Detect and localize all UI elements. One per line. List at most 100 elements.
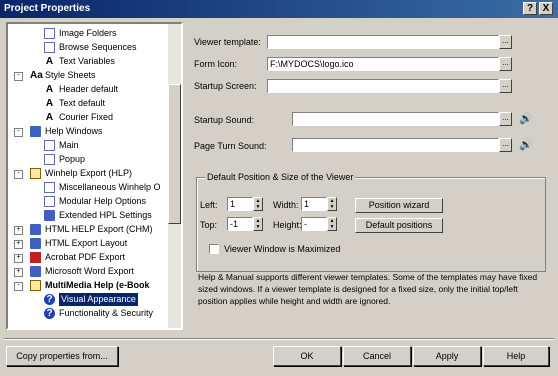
height-spinner[interactable]: - ▲ ▼ [301, 217, 339, 231]
ok-button[interactable]: OK [273, 346, 341, 366]
form-icon-field[interactable]: F:\MYDOCS\logo.ico [267, 57, 499, 71]
maximized-checkbox[interactable] [209, 244, 219, 254]
text-a-icon: A [45, 84, 54, 95]
form-icon-browse-button[interactable]: ... [499, 57, 512, 71]
pdf-icon [30, 252, 41, 263]
page-turn-sound-label: Page Turn Sound: [194, 141, 267, 151]
tree-item-label: Microsoft Word Export [45, 266, 134, 276]
spin-arrows-icon[interactable]: ▲ ▼ [253, 217, 263, 231]
startup-sound-field[interactable] [292, 112, 499, 126]
viewer-template-label: Viewer template: [194, 37, 261, 47]
viewer-template-browse-button[interactable]: ... [499, 35, 512, 49]
left-value[interactable]: 1 [227, 197, 253, 211]
close-title-button[interactable]: X [539, 2, 553, 15]
properties-panel: Viewer template: ... Form Icon: F:\MYDOC… [188, 22, 552, 330]
separator [4, 338, 554, 340]
tree-item-label: Winhelp Export (HLP) [45, 168, 133, 178]
position-wizard-button[interactable]: Position wizard [355, 198, 443, 213]
height-value[interactable]: - [301, 217, 327, 231]
left-label: Left: [200, 200, 218, 210]
tree-item-label: MultiMedia Help (e-Book [45, 280, 150, 290]
spin-arrows-icon[interactable]: ▲ ▼ [253, 197, 263, 211]
tree-item-label: Browse Sequences [59, 42, 137, 52]
tree-item-label: Header default [59, 84, 119, 94]
tree-expander[interactable]: + [14, 268, 23, 277]
window-icon [30, 126, 41, 137]
ebook-icon [30, 280, 41, 291]
tree-item-label: Extended HPL Settings [59, 210, 152, 220]
form-icon-label: Form Icon: [194, 59, 238, 69]
scrollbar-thumb[interactable] [168, 84, 181, 224]
default-positions-button[interactable]: Default positions [355, 218, 443, 233]
tree-item-label: Main [59, 140, 79, 150]
startup-screen-browse-button[interactable]: ... [499, 79, 512, 93]
window-title: Project Properties [4, 3, 91, 14]
position-group: Default Position & Size of the Viewer Le… [196, 172, 546, 272]
chm-icon [30, 224, 41, 235]
help-button[interactable]: Help [483, 346, 549, 366]
startup-sound-label: Startup Sound: [194, 115, 255, 125]
help-icon: ? [44, 294, 55, 305]
page-icon [44, 140, 55, 151]
description-text: Help & Manual supports different viewer … [198, 272, 538, 306]
tree-item-label: Popup [59, 154, 86, 164]
maximized-label: Viewer Window is Maximized [224, 244, 341, 254]
spin-arrows-icon[interactable]: ▲ ▼ [327, 217, 337, 231]
tree-expander[interactable]: + [14, 254, 23, 263]
tree-item-label: Text Variables [59, 56, 115, 66]
page-icon [44, 196, 55, 207]
tree-expander[interactable]: + [14, 240, 23, 249]
title-bar: Project Properties ? X [0, 0, 558, 18]
tree-item-label: HTML HELP Export (CHM) [45, 224, 153, 234]
styles-icon: Aa [30, 70, 43, 81]
text-a-icon: A [45, 112, 54, 123]
spin-arrows-icon[interactable]: ▲ ▼ [327, 197, 337, 211]
copy-properties-button[interactable]: Copy properties from... [6, 346, 118, 366]
tree-item-label: Image Folders [59, 28, 117, 38]
viewer-template-field[interactable] [267, 35, 499, 49]
html-icon [30, 238, 41, 249]
tree-expander[interactable]: + [14, 226, 23, 235]
tree-item-label: Acrobat PDF Export [45, 252, 126, 262]
cancel-button[interactable]: Cancel [343, 346, 411, 366]
tree-item-label: Style Sheets [45, 70, 96, 80]
text-a-icon: A [45, 56, 54, 67]
tree-item-label: HTML Export Layout [45, 238, 128, 248]
tree-expander[interactable]: - [14, 128, 23, 137]
top-label: Top: [200, 220, 218, 230]
tree-item-label: Text default [59, 98, 106, 108]
page-icon [44, 182, 55, 193]
tree-scrollbar[interactable] [168, 24, 181, 328]
left-spinner[interactable]: 1 ▲ ▼ [227, 197, 265, 211]
width-label: Width: [273, 200, 299, 210]
settings-icon [44, 210, 55, 221]
width-spinner[interactable]: 1 ▲ ▼ [301, 197, 339, 211]
tree-item-label: Help Windows [45, 126, 103, 136]
tree-item-label: Visual Appearance [59, 293, 138, 306]
word-icon [30, 266, 41, 277]
apply-button[interactable]: Apply [413, 346, 481, 366]
page-icon [44, 28, 55, 39]
speaker-icon[interactable]: 🔊 [519, 139, 533, 151]
startup-screen-field[interactable] [267, 79, 499, 93]
tree-expander[interactable]: - [14, 170, 23, 179]
position-group-title: Default Position & Size of the Viewer [205, 172, 356, 182]
settings-tree[interactable]: Image Folders Browse Sequences A Text Varia… [6, 22, 183, 330]
startup-sound-browse-button[interactable]: ... [499, 112, 512, 126]
page-turn-sound-field[interactable] [292, 138, 499, 152]
page-turn-sound-browse-button[interactable]: ... [499, 138, 512, 152]
tree-item-label: Functionality & Security [59, 308, 154, 318]
text-a-icon: A [45, 98, 54, 109]
startup-screen-label: Startup Screen: [194, 81, 257, 91]
tree-expander[interactable]: - [14, 72, 23, 81]
top-spinner[interactable]: -1 ▲ ▼ [227, 217, 265, 231]
tree-item-label: Miscellaneous Winhelp O [59, 182, 161, 192]
tree-expander[interactable]: - [14, 282, 23, 291]
help-title-button[interactable]: ? [523, 2, 537, 15]
tree-item-label: Modular Help Options [59, 196, 147, 206]
page-icon [44, 42, 55, 53]
width-value[interactable]: 1 [301, 197, 327, 211]
speaker-icon[interactable]: 🔊 [519, 113, 533, 125]
tree-item-label: Courier Fixed [59, 112, 114, 122]
top-value[interactable]: -1 [227, 217, 253, 231]
